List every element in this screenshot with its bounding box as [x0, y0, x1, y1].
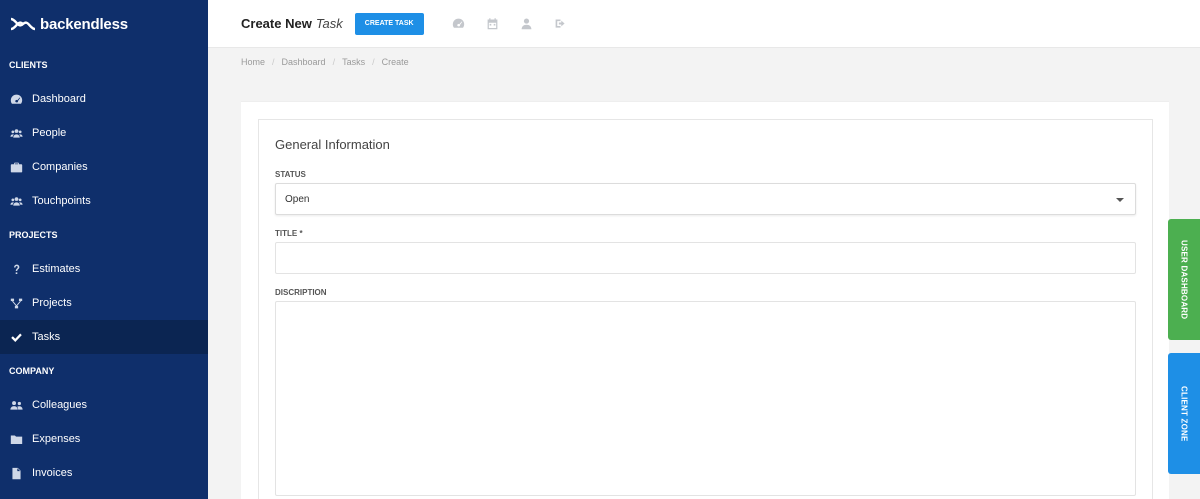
- header-icon-group: [452, 17, 567, 30]
- breadcrumb-dashboard[interactable]: Dashboard: [282, 57, 326, 67]
- file-icon: [9, 466, 23, 480]
- breadcrumb-separator: /: [372, 57, 375, 67]
- description-textarea[interactable]: [275, 301, 1136, 496]
- breadcrumb-separator: /: [332, 57, 336, 67]
- dashboard-icon[interactable]: [452, 17, 465, 30]
- breadcrumb: Home / Dashboard / Tasks / Create: [241, 57, 409, 67]
- sidebar-item-invoices[interactable]: Invoices: [0, 456, 208, 490]
- sidebar-item-colleagues[interactable]: Colleagues: [0, 388, 208, 422]
- general-information-panel: General Information STATUS Open TITLE * …: [258, 119, 1153, 499]
- title-input[interactable]: [275, 242, 1136, 274]
- sidebar-item-label: Touchpoints: [32, 195, 91, 207]
- briefcase-icon: [9, 160, 23, 174]
- sidebar-item-label: Expenses: [32, 433, 81, 445]
- section-title-projects: PROJECTS: [9, 230, 58, 240]
- status-select[interactable]: Open: [275, 183, 1136, 215]
- page-title-entity: Task: [315, 16, 343, 31]
- page-title: Create New: [241, 16, 312, 31]
- sidebar-item-label: Companies: [32, 161, 88, 173]
- people-icon: [9, 398, 23, 412]
- sidebar-item-dashboard[interactable]: Dashboard: [0, 82, 208, 116]
- sidebar-item-expenses[interactable]: Expenses: [0, 422, 208, 456]
- section-title-company: COMPANY: [9, 366, 55, 376]
- calendar-icon[interactable]: [486, 17, 499, 30]
- description-label: DISCRIPTION: [275, 288, 327, 297]
- user-dashboard-tab[interactable]: USER DASHBOARD: [1168, 219, 1200, 340]
- sidebar-item-label: Estimates: [32, 263, 81, 275]
- caret-down-icon: [1116, 198, 1124, 202]
- sidebar-item-label: Colleagues: [32, 399, 88, 411]
- sidebar: backendless CLIENTS Dashboard People Com…: [0, 0, 208, 499]
- backendless-logo-icon: [10, 17, 36, 31]
- dashboard-icon: [9, 92, 23, 106]
- form-card: General Information STATUS Open TITLE * …: [241, 101, 1169, 499]
- client-zone-tab-label: CLIENT ZONE: [1179, 385, 1189, 442]
- logo-text: backendless: [40, 15, 128, 33]
- sidebar-item-people[interactable]: People: [0, 116, 208, 150]
- sidebar-item-companies[interactable]: Companies: [0, 150, 208, 184]
- sidebar-item-label: Tasks: [32, 331, 61, 343]
- question-icon: [9, 262, 23, 276]
- create-task-button[interactable]: CREATE TASK: [354, 12, 424, 35]
- people-icon: [9, 194, 23, 208]
- section-title-clients: CLIENTS: [9, 60, 48, 70]
- user-icon[interactable]: [520, 17, 533, 30]
- logo[interactable]: backendless: [0, 0, 208, 48]
- sidebar-item-label: Projects: [32, 297, 72, 309]
- sidebar-item-tasks[interactable]: Tasks: [0, 320, 208, 354]
- people-icon: [9, 126, 23, 140]
- section-title: General Information: [275, 137, 390, 152]
- sidebar-item-label: Invoices: [32, 467, 73, 479]
- breadcrumb-separator: /: [272, 57, 275, 67]
- sidebar-item-estimates[interactable]: Estimates: [0, 252, 208, 286]
- sidebar-item-label: Dashboard: [32, 93, 86, 105]
- top-header: Create New Task CREATE TASK: [208, 0, 1200, 48]
- user-dashboard-tab-label: USER DASHBOARD: [1179, 239, 1189, 320]
- title-label: TITLE *: [275, 229, 303, 238]
- sidebar-item-label: People: [32, 127, 67, 139]
- folder-icon: [9, 432, 23, 446]
- sitemap-icon: [9, 296, 23, 310]
- sidebar-item-projects[interactable]: Projects: [0, 286, 208, 320]
- sidebar-item-touchpoints[interactable]: Touchpoints: [0, 184, 208, 218]
- check-icon: [9, 330, 23, 344]
- status-select-value: Open: [285, 193, 310, 205]
- breadcrumb-tasks[interactable]: Tasks: [342, 57, 365, 67]
- breadcrumb-home[interactable]: Home: [241, 57, 265, 67]
- status-label: STATUS: [275, 170, 306, 179]
- sign-out-icon[interactable]: [554, 17, 567, 30]
- breadcrumb-create: Create: [381, 57, 409, 67]
- client-zone-tab[interactable]: CLIENT ZONE: [1168, 353, 1200, 474]
